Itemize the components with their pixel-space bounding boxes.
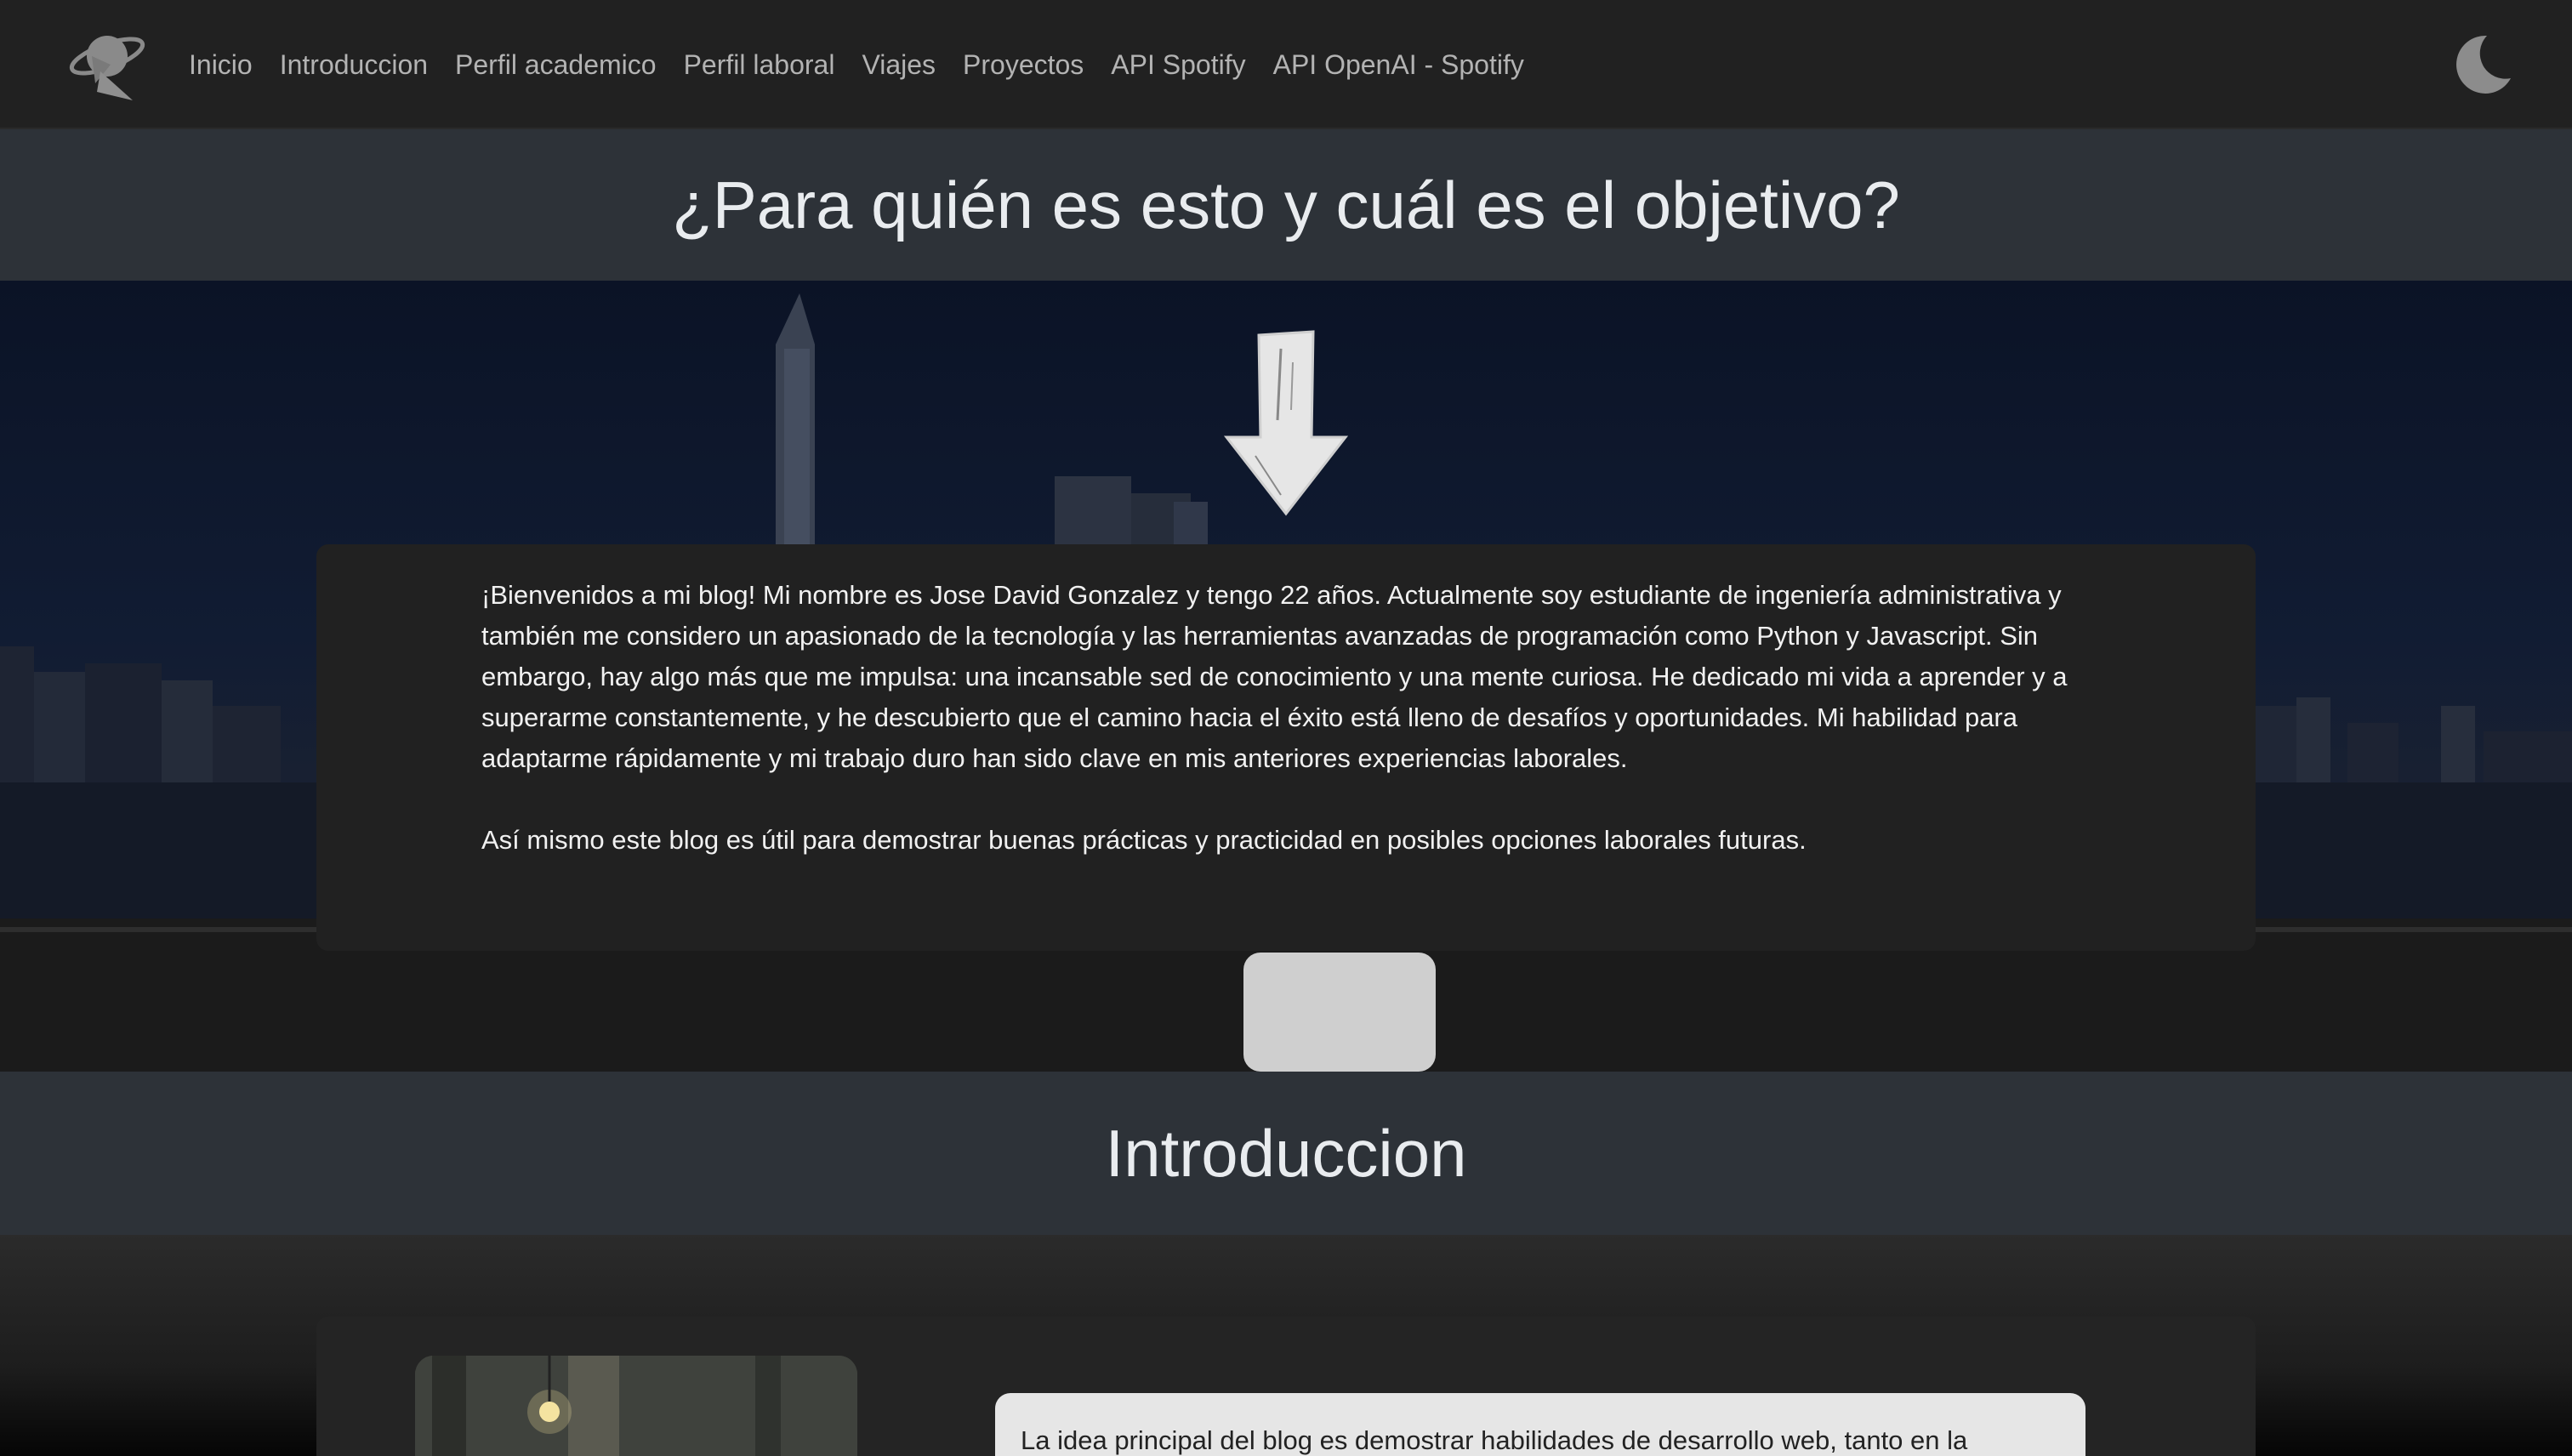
arrow-down-icon bbox=[1221, 328, 1351, 517]
brand-logo-icon[interactable] bbox=[66, 22, 150, 104]
intro-title: Introduccion bbox=[1105, 1115, 1467, 1191]
nav-link-proyectos[interactable]: Proyectos bbox=[963, 43, 1084, 87]
intro-section-header: Introduccion bbox=[0, 1072, 2572, 1235]
nav-link-perfil-academico[interactable]: Perfil academico bbox=[455, 43, 657, 87]
purpose-paragraph: Así mismo este blog es útil para demostr… bbox=[481, 825, 1807, 855]
welcome-paragraph: ¡Bienvenidos a mi blog! Mi nombre es Jos… bbox=[481, 580, 2068, 773]
moon-icon[interactable] bbox=[2450, 32, 2514, 97]
nav-link-api-spotify[interactable]: API Spotify bbox=[1111, 43, 1245, 87]
nav-link-inicio[interactable]: Inicio bbox=[189, 43, 253, 87]
welcome-card: ¡Bienvenidos a mi blog! Mi nombre es Jos… bbox=[316, 544, 2256, 951]
intro-paragraph: La idea principal del blog es demostrar … bbox=[1021, 1425, 1968, 1455]
nav-link-introduccion[interactable]: Introduccion bbox=[280, 43, 428, 87]
nav-links: Inicio Introduccion Perfil academico Per… bbox=[189, 43, 1551, 87]
nav-link-viajes[interactable]: Viajes bbox=[862, 43, 936, 87]
purpose-section-header: ¿Para quién es esto y cuál es el objetiv… bbox=[0, 129, 2572, 281]
intro-text-box: La idea principal del blog es demostrar … bbox=[995, 1393, 2085, 1456]
purpose-title: ¿Para quién es esto y cuál es el objetiv… bbox=[672, 167, 1900, 242]
top-navbar: Inicio Introduccion Perfil academico Per… bbox=[0, 0, 2572, 129]
nav-link-perfil-laboral[interactable]: Perfil laboral bbox=[684, 43, 835, 87]
intro-photo bbox=[415, 1356, 857, 1456]
nav-link-api-openai-spotify[interactable]: API OpenAI - Spotify bbox=[1273, 43, 1524, 87]
